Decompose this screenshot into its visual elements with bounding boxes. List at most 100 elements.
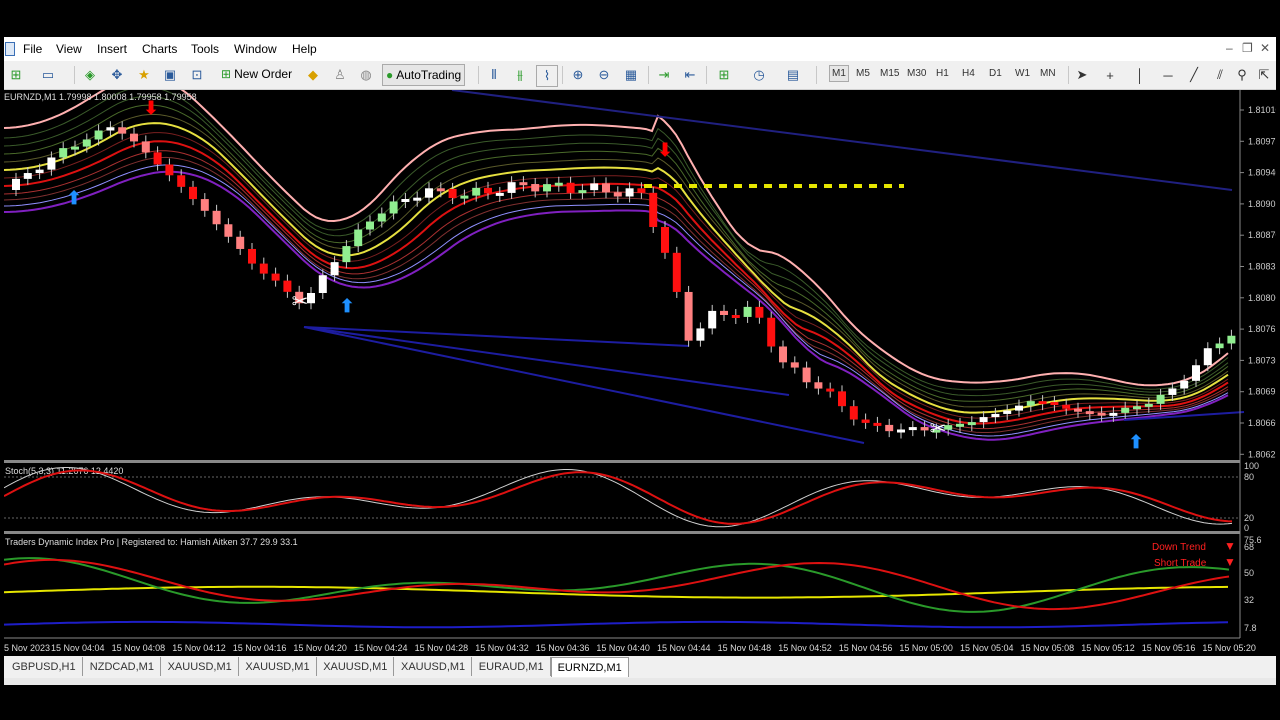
buy-arrow-icon: ⬆ xyxy=(339,296,354,316)
candle-body xyxy=(767,317,776,347)
line-chart-icon[interactable]: ⌇ xyxy=(536,65,558,87)
chart-area[interactable]: ⬆ ⬆ ⬆ ⬇ ⬇ ✂ ✂ EURNZD,M1 1.79998 1.80008 1.7995… xyxy=(4,90,1276,662)
crosshair-icon[interactable]: + xyxy=(1100,65,1120,85)
candle-body xyxy=(153,152,162,165)
text-tool-icon[interactable]: ⇱ xyxy=(1254,65,1274,85)
price-chart[interactable]: ⬆⬆⬆⬇⬇✂✂ EURNZD,M1 1.79998 1.80008 1.7995… xyxy=(4,90,1276,656)
candle-body xyxy=(979,417,988,423)
candle-body xyxy=(920,427,929,431)
restore-icon[interactable]: ❐ xyxy=(1242,41,1253,55)
horizontal-line-icon[interactable]: ─ xyxy=(1158,65,1178,85)
tf-d1[interactable]: D1 xyxy=(989,68,1002,79)
periods-icon[interactable]: ◷ xyxy=(749,65,769,85)
candle-body xyxy=(413,197,422,201)
lock-icon[interactable]: ♙ xyxy=(330,65,350,85)
chart-tab[interactable]: EURNZD,M1 xyxy=(550,657,629,677)
tf-m15[interactable]: M15 xyxy=(880,68,899,79)
new-order-button[interactable]: ⊞ New Order xyxy=(218,64,295,84)
chart-tab[interactable]: XAUUSD,M1 xyxy=(162,657,239,676)
indicators-icon[interactable]: ⊞ xyxy=(714,65,734,85)
auto-scroll-icon[interactable]: ⇥ xyxy=(654,65,674,85)
candle-body xyxy=(1050,402,1059,406)
strategy-tester-icon[interactable]: ⊡ xyxy=(187,65,207,85)
menu-help[interactable]: Help xyxy=(292,42,317,56)
candle-body xyxy=(967,422,976,426)
chart-tab[interactable]: GBPUSD,H1 xyxy=(6,657,83,676)
candle-body xyxy=(106,127,115,131)
tf-m5[interactable]: M5 xyxy=(856,68,870,79)
short-trade-label: Short Trade xyxy=(1154,558,1207,569)
tf-mn[interactable]: MN xyxy=(1040,68,1056,79)
candle-body xyxy=(897,429,905,433)
zoom-out-icon[interactable]: ⊖ xyxy=(594,65,614,85)
price-label: 1.80765 xyxy=(1248,324,1276,334)
time-axis: 5 Nov 2023 15 Nov 04:04 15 Nov 04:08 15 Nov… xyxy=(4,643,1256,653)
market-watch-icon[interactable]: ◈ xyxy=(80,65,100,85)
zoom-in-icon[interactable]: ⊕ xyxy=(568,65,588,85)
sell-arrow-icon: ⬇ xyxy=(657,140,672,160)
time-label: 15 Nov 05:12 xyxy=(1081,643,1135,653)
candle-body xyxy=(613,192,622,197)
candle-body xyxy=(200,199,209,211)
tf-m1[interactable]: M1 xyxy=(829,65,849,82)
minimize-icon[interactable]: – xyxy=(1226,41,1233,55)
bar-chart-icon[interactable]: ⫴ xyxy=(484,65,504,85)
time-label: 15 Nov 04:20 xyxy=(293,643,347,653)
channel-icon[interactable]: ⫽ xyxy=(1210,65,1230,85)
metaeditor-icon[interactable]: ◆ xyxy=(303,65,323,85)
chart-tab[interactable]: EURAUD,M1 xyxy=(473,657,551,676)
chart-tab[interactable]: XAUUSD,M1 xyxy=(395,657,473,676)
candle-body xyxy=(1038,401,1047,405)
candle-body xyxy=(578,190,587,194)
candle-body xyxy=(283,280,292,292)
tf-m30[interactable]: M30 xyxy=(907,68,926,79)
chart-shift-icon[interactable]: ⇤ xyxy=(680,65,700,85)
candle-body xyxy=(224,224,233,237)
templates-icon[interactable]: ▤ xyxy=(783,65,803,85)
tf-w1[interactable]: W1 xyxy=(1015,68,1030,79)
time-label: 15 Nov 05:16 xyxy=(1142,643,1196,653)
navigator-icon[interactable]: ✥ xyxy=(107,65,127,85)
candle-body xyxy=(991,413,1000,418)
profiles-icon[interactable]: ▭ xyxy=(38,65,58,85)
stoch-signal-line xyxy=(4,469,1233,525)
app-icon xyxy=(5,42,15,56)
candle-body xyxy=(165,164,174,176)
trendline-icon[interactable]: ╱ xyxy=(1184,65,1204,85)
menu-file[interactable]: File xyxy=(23,42,42,56)
candle-body xyxy=(47,157,56,170)
menu-tools[interactable]: Tools xyxy=(191,42,219,56)
close-icon[interactable]: ✕ xyxy=(1260,41,1270,55)
tf-h4[interactable]: H4 xyxy=(962,68,975,79)
menu-window[interactable]: Window xyxy=(234,42,277,56)
data-window-icon[interactable]: ▣ xyxy=(160,65,180,85)
new-chart-icon[interactable]: ⊞ xyxy=(6,65,26,85)
tile-windows-icon[interactable]: ▦ xyxy=(621,65,641,85)
chart-tab[interactable]: XAUUSD,M1 xyxy=(317,657,395,676)
candlestick-icon[interactable]: ⫵ xyxy=(510,65,530,85)
short-trade-arrow-icon: ▼ xyxy=(1224,555,1236,569)
cursor-icon[interactable]: ➤ xyxy=(1072,65,1092,85)
terminal-icon[interactable]: ★ xyxy=(134,65,154,85)
signals-icon[interactable]: ◍ xyxy=(356,65,376,85)
vertical-line-icon[interactable]: │ xyxy=(1130,65,1150,85)
menu-charts[interactable]: Charts xyxy=(142,42,177,56)
candle-body xyxy=(401,199,410,203)
fibonacci-icon[interactable]: ⚲ xyxy=(1232,65,1252,85)
support-line-4 xyxy=(1123,411,1245,421)
chart-tab[interactable]: NZDCAD,M1 xyxy=(84,657,161,676)
price-label: 1.80905 xyxy=(1248,199,1276,209)
menu-insert[interactable]: Insert xyxy=(97,42,127,56)
candle-body xyxy=(519,182,528,186)
price-label: 1.80730 xyxy=(1248,355,1276,365)
chart-tab[interactable]: XAUUSD,M1 xyxy=(239,657,317,676)
candle-body xyxy=(1180,380,1189,389)
time-label: 15 Nov 04:28 xyxy=(415,643,469,653)
candle-body xyxy=(12,178,20,190)
autotrading-button[interactable]: ● AutoTrading xyxy=(382,64,466,86)
tf-h1[interactable]: H1 xyxy=(936,68,949,79)
candle-body xyxy=(873,422,882,426)
menu-view[interactable]: View xyxy=(56,42,82,56)
time-label: 15 Nov 04:12 xyxy=(172,643,226,653)
candle-body xyxy=(366,221,374,230)
